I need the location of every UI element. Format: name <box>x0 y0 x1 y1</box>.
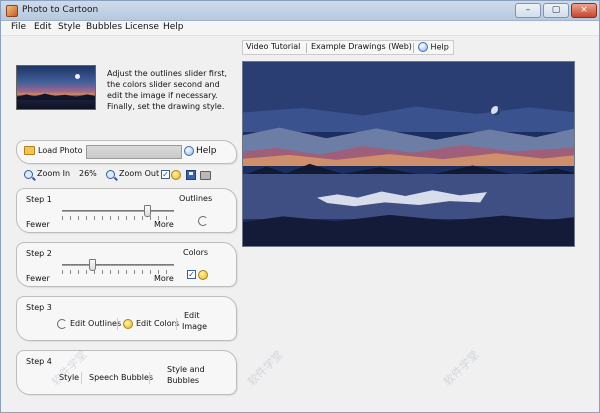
watermark: 软件学堂 <box>245 348 286 389</box>
style-and-bubbles-line2[interactable]: Bubbles <box>167 376 199 385</box>
colors-slider-thumb[interactable] <box>89 259 97 271</box>
tab-bar: Video Tutorial Example Drawings (Web) He… <box>242 40 454 55</box>
step3-divider-1 <box>117 318 118 330</box>
zoom-in-icon <box>24 170 33 179</box>
edit-outlines-icon <box>57 319 67 329</box>
zoom-in-button[interactable]: Zoom In <box>37 169 70 178</box>
step4-panel: Step 4 Style Speech Bubbles Style and Bu… <box>16 350 237 395</box>
tab-help-label: Help <box>430 42 449 52</box>
menu-edit[interactable]: Edit <box>32 22 53 32</box>
step3-panel: Step 3 Edit Outlines Edit Colors Edit Im… <box>16 296 237 341</box>
moon-icon <box>75 74 80 79</box>
colors-label: Colors <box>183 248 209 257</box>
tab-example-drawings[interactable]: Example Drawings (Web) <box>311 42 412 51</box>
print-icon[interactable] <box>200 171 211 180</box>
progress-bar <box>86 145 182 159</box>
help-icon <box>184 146 194 156</box>
colors-fewer-label: Fewer <box>26 274 50 283</box>
smile-icon[interactable] <box>171 170 181 180</box>
tab-separator-1 <box>306 43 307 53</box>
menu-bubbles[interactable]: Bubbles <box>84 22 124 32</box>
window-title: Photo to Cartoon <box>22 5 99 15</box>
colors-checkbox[interactable]: ✓ <box>187 270 196 279</box>
thumbnail-hills <box>17 93 95 100</box>
step1-panel: Step 1 Outlines Fewer More <box>16 188 237 233</box>
step2-panel: Step 2 Colors Fewer More ✓ <box>16 242 237 287</box>
edit-outlines-button[interactable]: Edit Outlines <box>70 319 121 328</box>
photo-thumbnail <box>16 65 96 110</box>
menu-license[interactable]: License <box>123 22 161 32</box>
edit-colors-button[interactable]: Edit Colors <box>136 319 179 328</box>
edit-image-line1[interactable]: Edit <box>184 311 200 320</box>
step3-title: Step 3 <box>26 303 52 312</box>
tab-help-icon <box>418 42 428 52</box>
title-bar[interactable]: Photo to Cartoon – ▢ × <box>1 1 599 21</box>
app-window: Photo to Cartoon – ▢ × File Edit Style B… <box>0 0 600 413</box>
edit-colors-icon <box>123 319 133 329</box>
menu-help[interactable]: Help <box>161 22 186 32</box>
outlines-fewer-label: Fewer <box>26 220 50 229</box>
step4-divider-2 <box>149 372 150 384</box>
zoom-toolbar: Zoom In 26% Zoom Out ✓ <box>24 169 224 181</box>
cartoon-preview[interactable] <box>242 61 575 247</box>
help-button[interactable]: Help <box>184 146 217 156</box>
refresh-icon[interactable] <box>198 216 208 226</box>
colors-slider-track[interactable] <box>62 264 174 266</box>
load-photo-label: Load Photo <box>38 146 83 155</box>
tab-video-tutorial[interactable]: Video Tutorial <box>246 42 300 51</box>
outlines-slider-thumb[interactable] <box>143 205 151 217</box>
colors-smile-icon[interactable] <box>198 270 208 280</box>
close-button[interactable]: × <box>571 3 597 18</box>
watermark: 软件学堂 <box>441 348 482 389</box>
folder-icon <box>24 146 35 155</box>
zoom-out-icon <box>106 170 115 179</box>
moon-icon <box>491 106 501 116</box>
colors-more-label: More <box>154 274 174 283</box>
outlines-label: Outlines <box>179 194 213 203</box>
menu-bar: File Edit Style Bubbles License Help <box>1 21 599 36</box>
style-button[interactable]: Style <box>59 373 79 382</box>
app-icon <box>6 5 18 17</box>
tab-help[interactable]: Help <box>418 42 449 52</box>
style-and-bubbles-line1[interactable]: Style and <box>167 365 205 374</box>
zoom-value: 26% <box>79 169 97 178</box>
menu-style[interactable]: Style <box>56 22 83 32</box>
edit-image-line2[interactable]: Image <box>182 322 207 331</box>
preview-checkbox[interactable]: ✓ <box>161 170 170 179</box>
zoom-out-button[interactable]: Zoom Out <box>119 169 159 178</box>
intro-text: Adjust the outlines slider first, the co… <box>107 69 228 111</box>
outlines-more-label: More <box>154 220 174 229</box>
step1-title: Step 1 <box>26 195 52 204</box>
speech-bubbles-button[interactable]: Speech Bubbles <box>89 373 153 382</box>
tab-separator-2 <box>413 43 414 53</box>
help-label: Help <box>196 146 217 156</box>
outlines-slider-track[interactable] <box>62 210 174 212</box>
step4-title: Step 4 <box>26 357 52 366</box>
step2-title: Step 2 <box>26 249 52 258</box>
minimize-button[interactable]: – <box>515 3 541 18</box>
maximize-button[interactable]: ▢ <box>543 3 569 18</box>
save-icon[interactable] <box>186 170 196 180</box>
step4-divider-1 <box>81 372 82 384</box>
step3-divider-2 <box>176 318 177 330</box>
menu-file[interactable]: File <box>9 22 28 32</box>
